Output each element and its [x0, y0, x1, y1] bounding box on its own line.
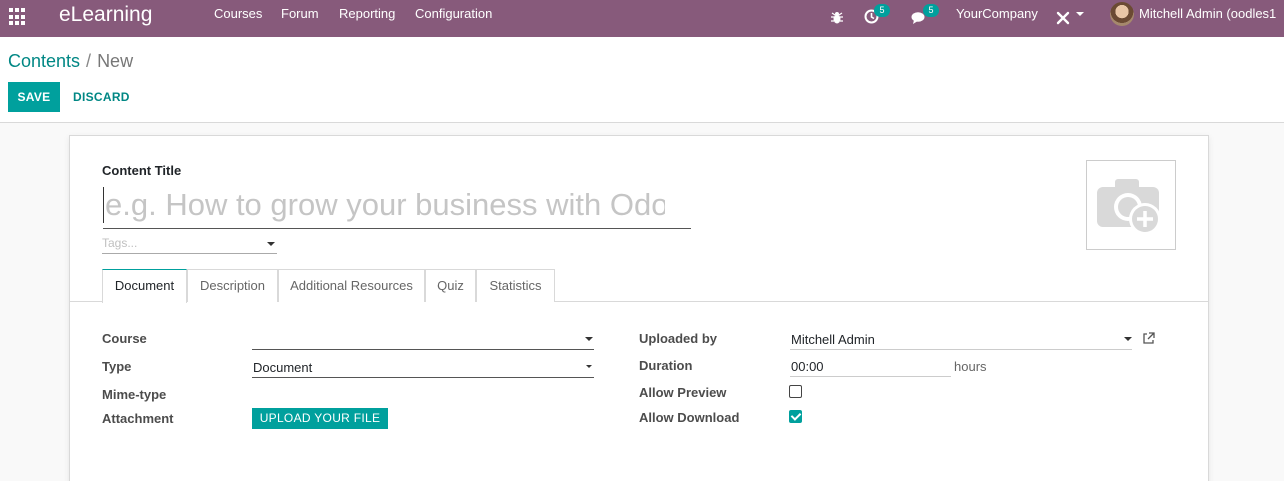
menu-forum[interactable]: Forum	[281, 0, 319, 28]
allow-preview-label: Allow Preview	[639, 385, 727, 400]
control-panel: Contents / New SAVE DISCARD	[0, 37, 1284, 123]
duration-value: 00:00	[791, 359, 824, 374]
allow-preview-checkbox[interactable]	[789, 385, 802, 398]
allow-download-label: Allow Download	[639, 410, 740, 425]
bug-icon[interactable]	[830, 7, 844, 24]
tab-statistics[interactable]: Statistics	[476, 269, 555, 302]
breadcrumb: Contents / New	[8, 51, 133, 71]
course-field[interactable]	[252, 328, 594, 350]
menu-reporting[interactable]: Reporting	[339, 0, 395, 28]
tab-description[interactable]: Description	[187, 269, 278, 302]
chevron-down-icon[interactable]	[267, 242, 275, 246]
mime-type-label: Mime-type	[102, 387, 167, 402]
uploaded-by-value: Mitchell Admin	[791, 332, 875, 347]
form-sheet: Content Title e.g. How to grow your busi…	[69, 135, 1209, 481]
chevron-down-icon[interactable]	[1124, 337, 1132, 341]
form-tabs: Document Description Additional Resource…	[70, 269, 1208, 303]
type-select[interactable]: Document	[252, 356, 594, 378]
breadcrumb-current: New	[97, 51, 134, 71]
top-navbar: eLearning Courses Forum Reporting Config…	[0, 0, 1284, 37]
breadcrumb-separator: /	[86, 51, 92, 71]
content-title-placeholder: e.g. How to grow your business with Odoo	[105, 187, 665, 222]
menu-configuration[interactable]: Configuration	[415, 0, 492, 28]
avatar[interactable]	[1110, 2, 1134, 26]
app-name[interactable]: eLearning	[59, 3, 152, 27]
external-link-icon[interactable]	[1142, 332, 1155, 348]
user-menu[interactable]: Mitchell Admin (oodles1	[1139, 0, 1276, 28]
tools-icon[interactable]	[1056, 7, 1070, 25]
messages-count-badge: 5	[923, 4, 939, 17]
type-label: Type	[102, 359, 132, 374]
image-upload[interactable]	[1086, 160, 1176, 250]
discard-button[interactable]: DISCARD	[73, 82, 130, 112]
uploaded-by-label: Uploaded by	[639, 331, 718, 346]
tags-placeholder: Tags...	[102, 236, 138, 250]
company-switcher[interactable]: YourCompany	[956, 0, 1038, 28]
duration-unit: hours	[954, 359, 987, 374]
apps-grid-icon[interactable]	[9, 8, 27, 26]
caret-down-icon[interactable]	[1076, 12, 1084, 16]
type-value: Document	[253, 360, 313, 375]
upload-file-button[interactable]: UPLOAD YOUR FILE	[252, 408, 388, 429]
breadcrumb-contents-link[interactable]: Contents	[8, 51, 80, 71]
course-label: Course	[102, 331, 147, 346]
menu-courses[interactable]: Courses	[214, 0, 262, 28]
tab-quiz[interactable]: Quiz	[425, 269, 476, 302]
duration-input[interactable]: 00:00	[790, 355, 951, 377]
content-title-label: Content Title	[102, 163, 182, 178]
chevron-down-icon[interactable]	[586, 365, 592, 368]
activity-count-badge: 5	[874, 4, 890, 17]
camera-plus-icon	[1097, 179, 1161, 235]
duration-label: Duration	[639, 358, 693, 373]
content-title-input[interactable]: e.g. How to grow your business with Odoo	[103, 183, 691, 229]
tab-document[interactable]: Document	[102, 269, 187, 303]
save-button[interactable]: SAVE	[8, 82, 60, 112]
tags-input[interactable]: Tags...	[102, 234, 277, 254]
allow-download-checkbox[interactable]	[789, 410, 802, 423]
tab-additional-resources[interactable]: Additional Resources	[278, 269, 425, 302]
chevron-down-icon[interactable]	[585, 337, 593, 341]
uploaded-by-field[interactable]: Mitchell Admin	[790, 328, 1132, 350]
attachment-label: Attachment	[102, 411, 174, 426]
